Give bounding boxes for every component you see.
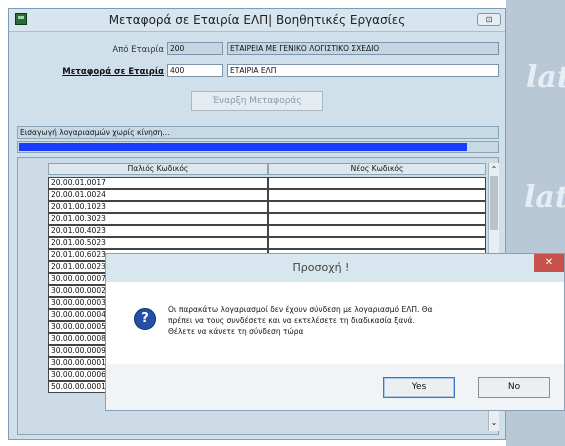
window-title: Μεταφορά σε Εταιρία ΕΛΠ| Βοηθητικές Εργα… [108,13,406,27]
old-code-cell[interactable]: 20.01.00.1023 [48,201,268,213]
scroll-down-arrow-icon[interactable]: ⌄ [489,418,499,427]
new-code-cell[interactable] [268,237,486,249]
source-company-label: Από Εταιρία [112,45,164,55]
target-company-label: Μεταφορά σε Εταιρία [62,67,164,77]
old-code-cell[interactable]: 20.01.00.3023 [48,213,268,225]
progress-fill [19,143,467,151]
dialog-message-line: Οι παρακάτω λογαριασμοί δεν έχουν σύνδεσ… [168,305,433,314]
dialog-close-button[interactable]: ✕ [534,254,564,272]
title-bar: Μεταφορά σε Εταιρία ΕΛΠ| Βοηθητικές Εργα… [9,9,505,32]
column-header-new-code: Νέος Κωδικός [268,163,486,175]
new-code-cell[interactable] [268,225,486,237]
yes-button[interactable]: Yes [383,377,455,398]
new-code-cell[interactable] [268,201,486,213]
no-button[interactable]: No [478,377,550,398]
old-code-cell[interactable]: 20.00.01.0017 [48,177,268,189]
dialog-message-line: Θέλετε να κάνετε τη σύνδεση τώρα [168,327,304,336]
column-header-old-code: Παλιός Κωδικός [48,163,268,175]
question-icon: ? [134,308,156,330]
warning-dialog: Προσοχή ! ✕ ? Οι παρακάτω λογαριασμοί δε… [105,253,565,411]
new-code-cell[interactable] [268,177,486,189]
dialog-message-line: πρέπει να τους συνδέσετε και να εκτελέσε… [168,316,415,325]
status-text: Εισαγωγή λογαριασμών χωρίς κίνηση... [17,126,499,139]
dialog-title-bar: Προσοχή ! ✕ [106,254,564,282]
dialog-body: ? Οι παρακάτω λογαριασμοί δεν έχουν σύνδ… [106,282,564,364]
source-company-code-field: 200 [167,42,223,55]
new-code-cell[interactable] [268,213,486,225]
old-code-cell[interactable]: 20.01.00.4023 [48,225,268,237]
old-code-cell[interactable]: 20.01.00.5023 [48,237,268,249]
dialog-title: Προσοχή ! [292,261,350,274]
progress-bar [17,141,499,153]
old-code-cell[interactable]: 20.00.01.0024 [48,189,268,201]
target-company-name-field: ΕΤΑΙΡΙΑ ΕΛΠ [227,64,499,77]
new-code-cell[interactable] [268,189,486,201]
source-company-name-field: ΕΤΑΙΡΕΙΑ ΜΕ ΓΕΝΙΚΟ ΛΟΓΙΣΤΙΚΟ ΣΧΕΔΙΟ [227,42,499,55]
scroll-thumb[interactable] [490,176,498,230]
scroll-up-arrow-icon[interactable]: ⌃ [489,165,499,174]
watermark-text: lat [526,60,565,95]
start-transfer-button[interactable]: Έναρξη Μεταφοράς [191,91,323,111]
watermark-text: lat [524,180,565,215]
target-company-code-input[interactable]: 400 [167,64,223,77]
window-close-button[interactable]: ⊡ [477,13,501,26]
